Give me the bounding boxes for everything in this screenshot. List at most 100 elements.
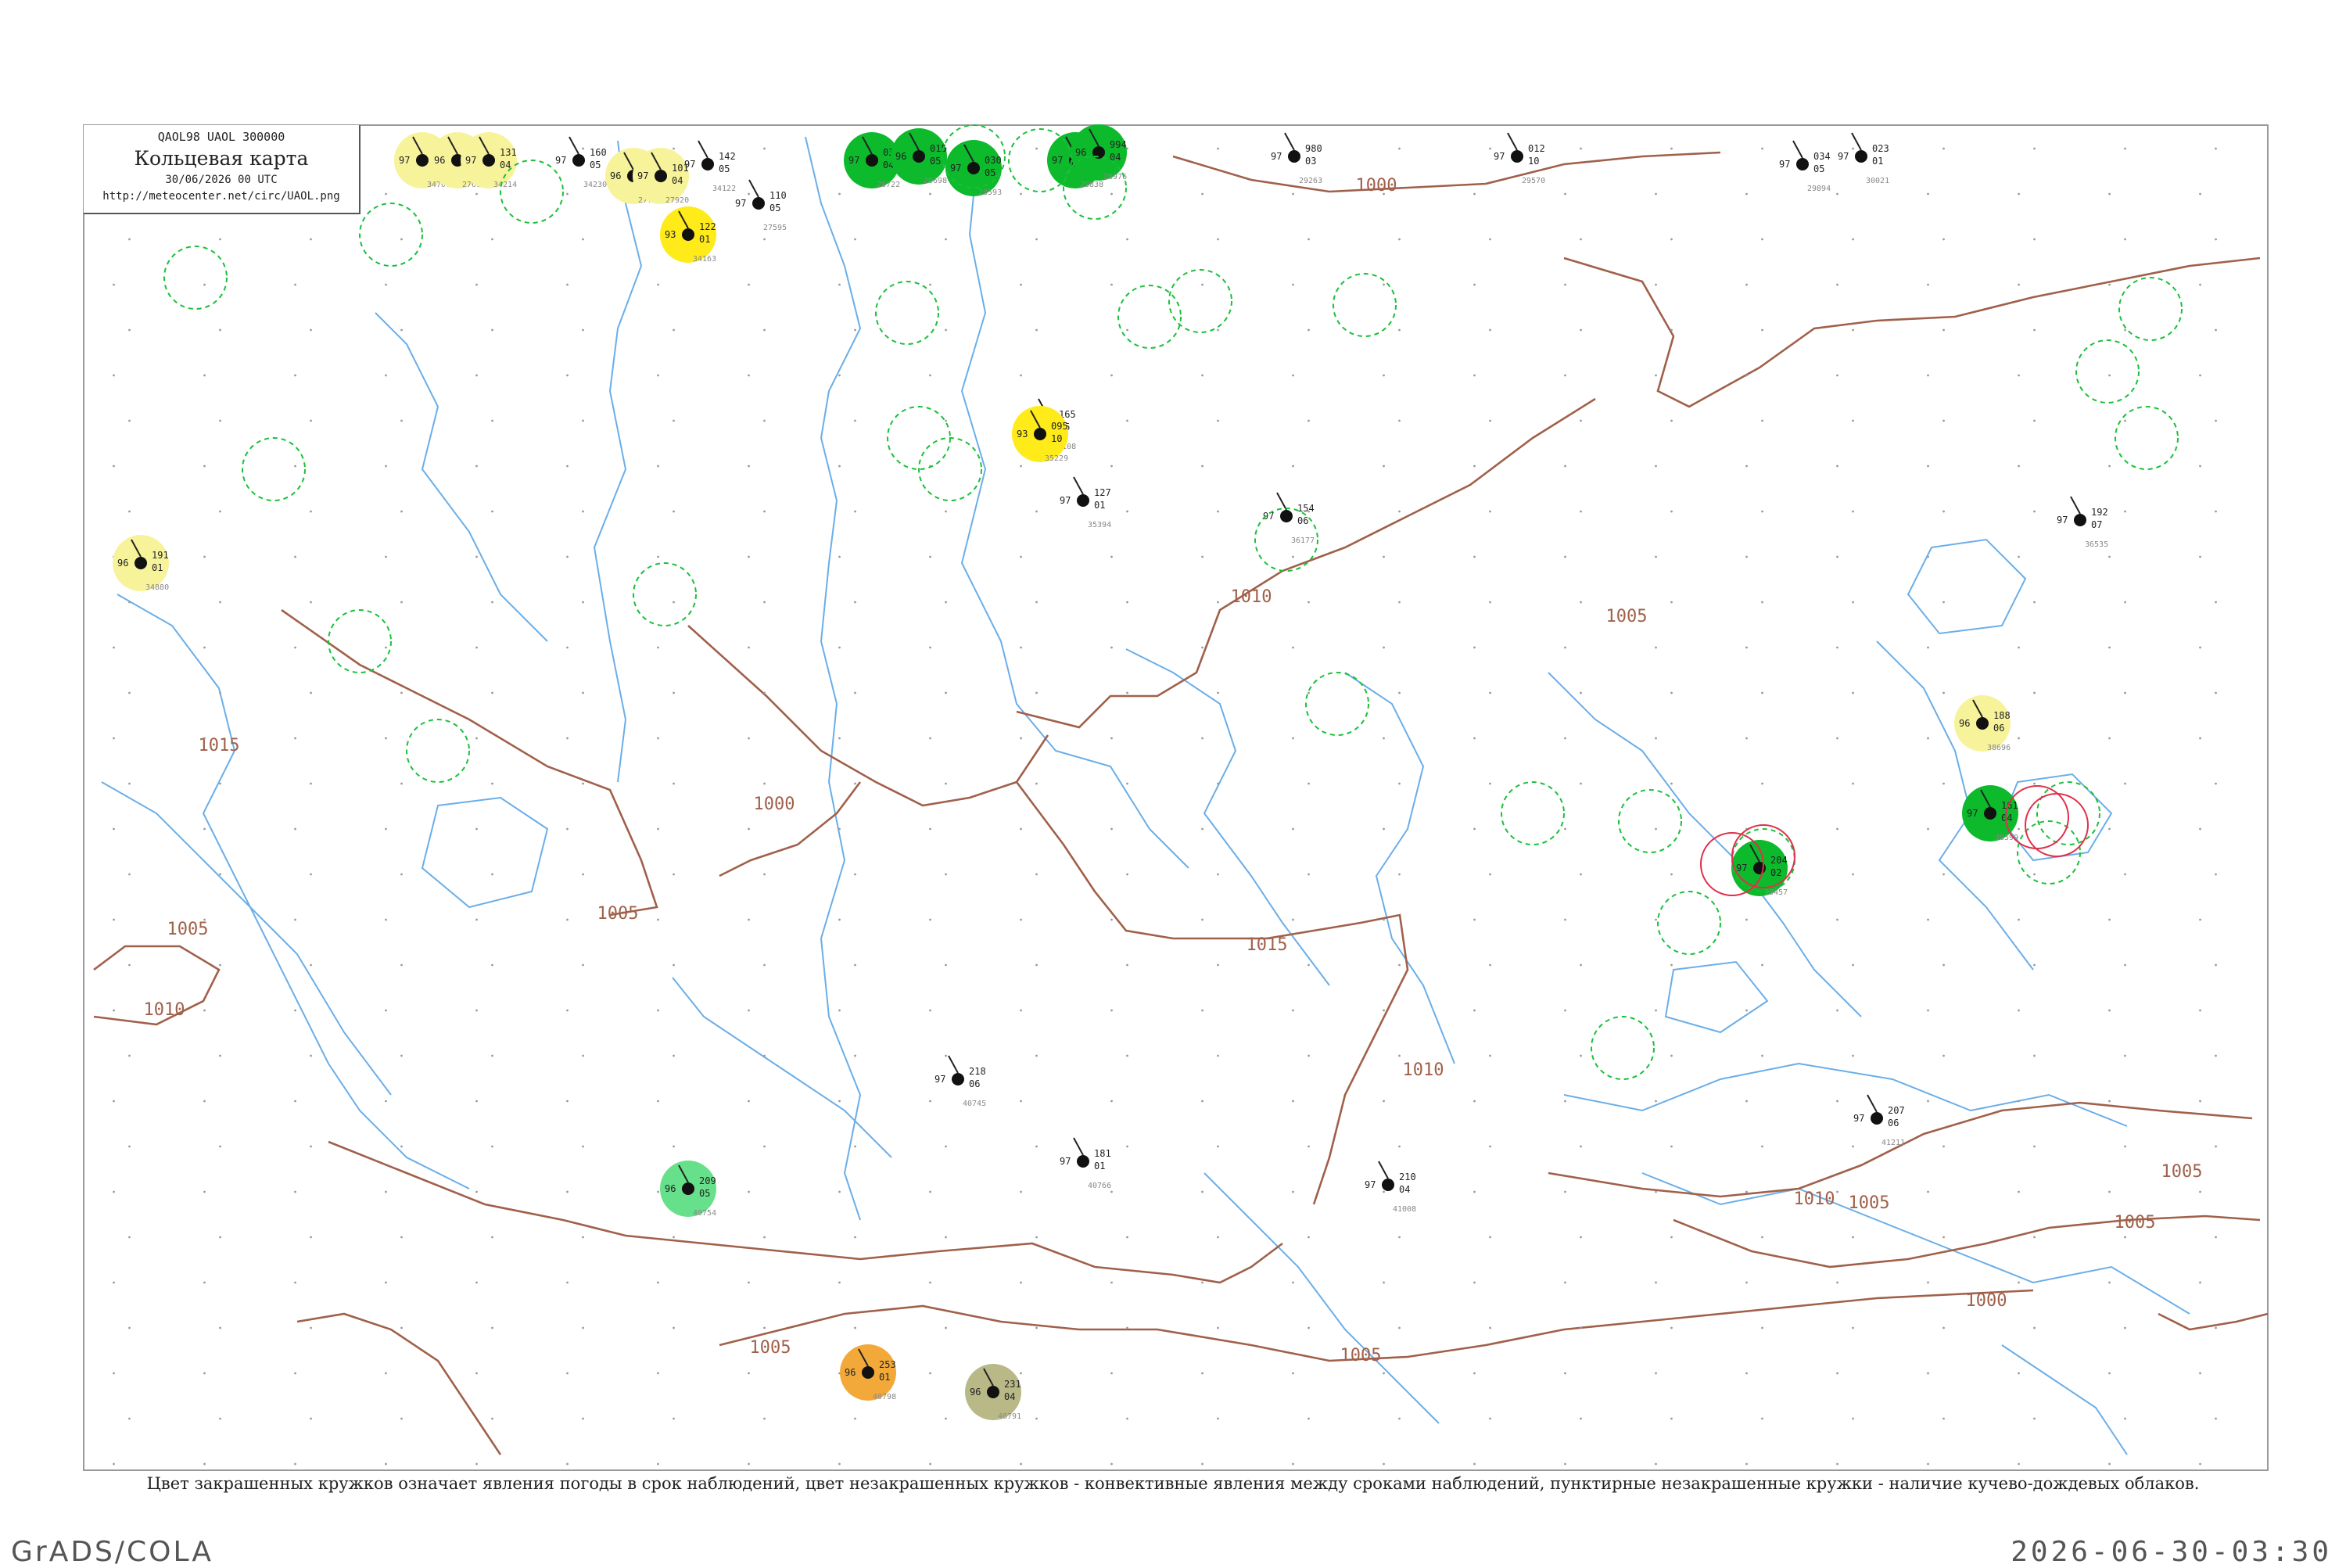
cb-dashed-ring [500,160,564,224]
station-id: 41008 [1393,1205,1416,1214]
grid-dot [1942,419,1945,422]
grid-dot [1201,283,1203,286]
station-temperature: 97 [684,159,695,170]
grid-dot [673,1054,675,1057]
grid-dot [1473,737,1476,740]
grid-dot [838,827,841,831]
station-weather-code: 05 [1813,163,1824,174]
grid-dot [1836,918,1838,921]
wind-barb-icon [1867,1094,1878,1113]
station-weather-code: 01 [879,1372,890,1383]
grid-dot [1745,1100,1748,1103]
grid-dot [1655,1372,1657,1375]
grid-dot [566,192,569,196]
grid-dot [1020,827,1022,831]
grid-dot [219,691,221,694]
wind-barb-icon [698,140,708,159]
grid-dot [128,238,131,241]
grid-dot [2033,1145,2036,1148]
station-id: 35394 [1088,521,1111,529]
grid-dot [1580,601,1582,604]
grid-dot [2215,873,2217,876]
grid-dot [310,510,312,513]
grid-dot [1398,510,1401,513]
grid-dot [1836,465,1838,468]
grid-dot [113,1372,115,1375]
cloud-cover-icon [1382,1179,1394,1191]
grid-dot [1035,963,1038,967]
grid-dot [1035,147,1038,150]
grid-dot [1942,1326,1945,1329]
grid-dot [2108,283,2111,286]
grid-dot [1383,465,1385,468]
grid-dot [128,873,131,876]
grid-dot [2215,147,2217,150]
grid-dot [1308,1326,1310,1329]
grid-dot [2215,1417,2217,1420]
grid-dot [2108,1009,2111,1012]
grid-dot [1110,1190,1113,1193]
grid-dot [2108,465,2111,468]
grid-dot [128,1417,131,1420]
grid-dot [1745,737,1748,740]
cb-dashed-ring [887,406,951,470]
station-temperature: 97 [1853,1113,1864,1124]
grid-dot [475,1281,478,1284]
station-temperature: 97 [735,198,746,209]
grid-dot [1655,1281,1657,1284]
station-weather-code: 01 [1094,1161,1105,1172]
grid-dot [1670,1236,1673,1239]
grid-dot [1398,419,1401,422]
grid-dot [1126,782,1128,785]
weather-map: 1000100510101015100010051005101010151010… [83,124,2269,1471]
station-weather-code: 05 [985,167,995,178]
station-id: 36535 [2085,540,2108,549]
grid-dot [582,782,584,785]
grid-dot [1670,963,1673,967]
station-pressure: 030 [985,155,1002,166]
grid-dot [1655,827,1657,831]
grid-dot [310,963,312,967]
grid-dot [1126,1145,1128,1148]
grid-dot [1201,646,1203,649]
grid-dot [1201,918,1203,921]
grid-dot [1398,873,1401,876]
grid-dot [203,1462,206,1466]
grid-dot [673,1326,675,1329]
grid-dot [566,1100,569,1103]
grid-dot [1489,782,1491,785]
grid-dot [1927,646,1929,649]
grid-dot [1745,918,1748,921]
grid-dot [2108,827,2111,831]
grid-dot [1761,328,1763,332]
grid-dot [475,737,478,740]
grid-dot [1761,1054,1763,1057]
station-plot: 210 97 04 41008 [1365,1161,1416,1214]
station-temperature: 96 [1959,718,1970,729]
lake-outline [1907,538,2027,635]
grid-dot [310,601,312,604]
station-weather-code: 06 [969,1078,980,1089]
grid-dot [385,1009,387,1012]
grid-dot [1761,147,1763,150]
grid-dot [475,646,478,649]
station-temperature: 97 [465,155,476,166]
grid-dot [1745,374,1748,377]
grid-dot [113,646,115,649]
grid-dot [1942,963,1945,967]
grid-dot [929,646,931,649]
station-plot: 253 96 01 40798 [840,1344,896,1401]
station-plot: 188 96 06 38696 [1954,695,2011,752]
grid-dot [673,328,675,332]
cloud-cover-icon [967,162,980,174]
grid-dot [1564,555,1566,558]
station-temperature: 96 [970,1387,981,1398]
grid-dot [582,963,584,967]
grid-dot [1655,1190,1657,1193]
wind-barb-icon [748,179,759,198]
grid-dot [1035,510,1038,513]
grid-dot [113,827,115,831]
grid-dot [385,1281,387,1284]
grid-dot [1852,963,1854,967]
grid-dot [657,465,659,468]
